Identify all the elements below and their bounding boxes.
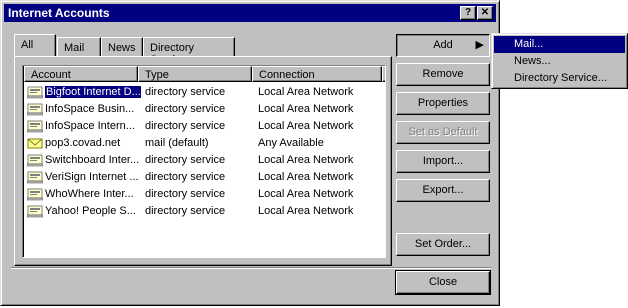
account-name: pop3.covad.net — [45, 137, 121, 149]
import-button[interactable]: Import... — [396, 150, 490, 173]
account-connection: Any Available — [258, 137, 324, 149]
column-header-account[interactable]: Account — [24, 66, 138, 82]
remove-button[interactable]: Remove — [396, 63, 490, 86]
tab-news[interactable]: News — [101, 37, 143, 56]
account-type: directory service — [145, 188, 226, 200]
export-button[interactable]: Export... — [396, 179, 490, 202]
table-row[interactable]: Bigfoot Internet D... directory service Lo… — [25, 84, 383, 101]
table-row[interactable]: WhoWhere Inter... directory service Local … — [25, 186, 383, 203]
add-submenu: Mail... News... Directory Service... — [491, 33, 628, 89]
table-row[interactable]: pop3.covad.net mail (default) Any Availabl… — [25, 135, 383, 152]
set-as-default-button-label: Set as Default — [408, 126, 478, 138]
tab-all[interactable]: All — [14, 34, 56, 56]
directory-service-icon — [26, 102, 44, 116]
account-connection: Local Area Network — [258, 171, 354, 183]
account-name: WhoWhere Inter... — [45, 188, 134, 200]
directory-service-icon — [26, 170, 44, 184]
tab-all-label: All — [21, 39, 34, 51]
tab-mail-label: Mail — [64, 42, 85, 54]
account-name: Bigfoot Internet D... — [45, 86, 141, 98]
column-header-connection-label: Connection — [259, 69, 315, 81]
column-header-filler — [382, 66, 385, 82]
column-header-type[interactable]: Type — [138, 66, 252, 82]
menu-item-directory-service[interactable]: Directory Service... — [494, 70, 625, 87]
tab-mail[interactable]: Mail — [57, 37, 101, 56]
account-name: InfoSpace Intern... — [45, 120, 135, 132]
menu-item-mail-label: Mail... — [514, 38, 544, 50]
title-bar[interactable]: Internet Accounts ? ✕ — [4, 4, 496, 22]
close-button[interactable]: Close — [395, 270, 491, 295]
account-connection: Local Area Network — [258, 205, 354, 217]
directory-service-icon — [26, 153, 44, 167]
account-connection: Local Area Network — [258, 86, 354, 98]
directory-service-icon — [26, 85, 44, 99]
properties-button-label: Properties — [417, 97, 469, 109]
account-name: VeriSign Internet ... — [45, 171, 139, 183]
set-order-button[interactable]: Set Order... — [396, 233, 490, 256]
menu-item-directory-service-label: Directory Service... — [514, 72, 607, 84]
properties-button[interactable]: Properties — [396, 92, 490, 115]
account-type: directory service — [145, 171, 226, 183]
menu-item-mail[interactable]: Mail... — [494, 36, 625, 53]
window-title: Internet Accounts — [8, 6, 110, 20]
directory-service-icon — [26, 187, 44, 201]
menu-item-news[interactable]: News... — [494, 53, 625, 70]
account-name: InfoSpace Busin... — [45, 103, 135, 115]
account-type: directory service — [145, 120, 226, 132]
column-header-type-label: Type — [145, 69, 169, 81]
remove-button-label: Remove — [422, 68, 464, 80]
account-type: mail (default) — [145, 137, 209, 149]
help-button[interactable]: ? — [460, 6, 476, 20]
table-row[interactable]: VeriSign Internet ... directory service Lo… — [25, 169, 383, 186]
menu-arrow-icon: ▶ — [475, 39, 484, 51]
directory-service-icon — [26, 119, 44, 133]
tab-directory-service[interactable]: Directory Service — [143, 37, 235, 66]
divider-line — [11, 267, 491, 269]
account-connection: Local Area Network — [258, 154, 354, 166]
add-button[interactable]: Add ▶ — [396, 34, 490, 57]
accounts-list[interactable]: Account Type Connection Bigfoot Internet… — [22, 65, 386, 258]
table-row[interactable]: Switchboard Inter... directory service Loc… — [25, 152, 383, 169]
account-connection: Local Area Network — [258, 103, 354, 115]
menu-item-news-label: News... — [514, 55, 551, 67]
account-connection: Local Area Network — [258, 188, 354, 200]
account-type: directory service — [145, 154, 226, 166]
column-header-account-label: Account — [31, 69, 71, 81]
tab-news-label: News — [108, 42, 136, 54]
import-button-label: Import... — [422, 155, 464, 167]
mail-account-icon — [27, 136, 43, 150]
close-button-label: Close — [428, 276, 458, 288]
account-name: Switchboard Inter... — [45, 154, 139, 166]
add-button-label: Add — [433, 39, 453, 51]
table-row[interactable]: Yahoo! People S... directory service Local… — [25, 203, 383, 220]
export-button-label: Export... — [422, 184, 464, 196]
account-type: directory service — [145, 205, 226, 217]
table-row[interactable]: InfoSpace Busin... directory service Local… — [25, 101, 383, 118]
close-window-button[interactable]: ✕ — [477, 6, 493, 20]
directory-service-icon — [26, 204, 44, 218]
table-row[interactable]: InfoSpace Intern... directory service Loca… — [25, 118, 383, 135]
column-header-connection[interactable]: Connection — [252, 66, 382, 82]
internet-accounts-dialog: Internet Accounts ? ✕ All Mail News Dire… — [0, 0, 500, 306]
set-order-button-label: Set Order... — [414, 238, 472, 250]
account-connection: Local Area Network — [258, 120, 354, 132]
account-name: Yahoo! People S... — [45, 205, 136, 217]
set-as-default-button[interactable]: Set as Default — [396, 121, 490, 144]
account-type: directory service — [145, 86, 226, 98]
account-type: directory service — [145, 103, 226, 115]
